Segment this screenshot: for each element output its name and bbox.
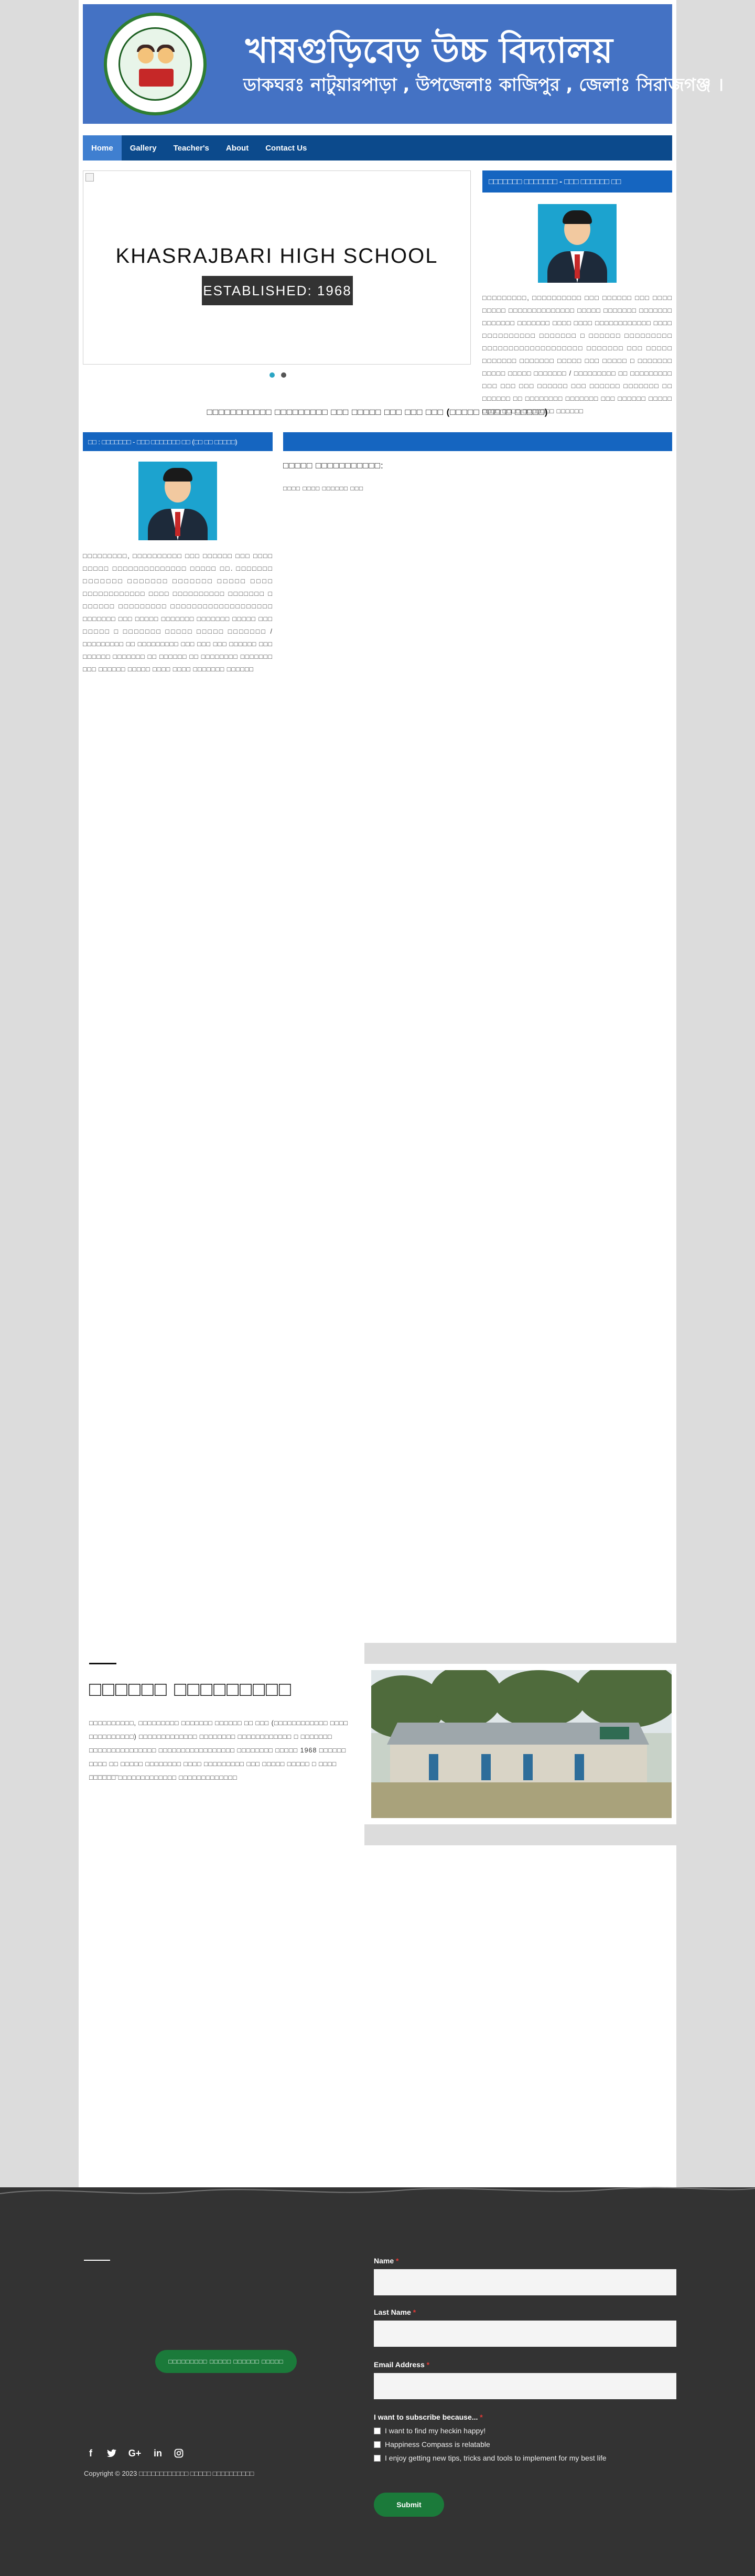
twitter-icon[interactable] <box>106 2447 117 2459</box>
instagram-icon[interactable] <box>173 2447 185 2459</box>
subscribe-option-1[interactable]: I want to find my heckin happy! <box>374 2425 667 2436</box>
subscribe-label: I want to subscribe because... * <box>374 2413 483 2421</box>
established-badge: ESTABLISHED: 1968 <box>202 276 353 305</box>
name-input[interactable] <box>374 2269 676 2295</box>
nav-contact-us[interactable]: Contact Us <box>257 135 315 161</box>
checkbox[interactable] <box>374 2455 381 2462</box>
school-building-photo <box>371 1670 672 1818</box>
name-label: Name * <box>374 2257 399 2265</box>
header-banner: খাষগুড়িবেড় উচ্চ বিদ্যালয় ডাকঘরঃ নাটুয… <box>83 4 724 124</box>
slider-dot-1[interactable] <box>269 372 275 378</box>
linkedin-icon[interactable]: in <box>152 2447 164 2459</box>
submit-button[interactable]: Submit <box>374 2493 444 2517</box>
headmaster-message: □□□□□□□□□, □□□□□□□□□□ □□□ □□□□□□ □□□ □□□… <box>83 552 273 673</box>
school-address: ডাকঘরঃ নাটুয়ারপাড়া , উপজেলাঃ কাজিপুর ,… <box>243 74 724 95</box>
main-nav: Home Gallery Teacher's About Contact Us <box>83 135 672 161</box>
slide-title: KHASRAJBARI HIGH SCHOOL <box>115 244 438 268</box>
message-heading-bar <box>283 432 672 451</box>
checkbox[interactable] <box>374 2441 381 2448</box>
page-container: খাষগুড়িবেড় উচ্চ বিদ্যালয় ডাকঘরঃ নাটুয… <box>79 0 724 2187</box>
headmaster-avatar <box>138 462 217 540</box>
headmaster-heading: □□ : □□□□□□□ - □□□ □□□□□□□ □□ (□□ □□ □□□… <box>83 432 273 451</box>
about-title: □□□□□□ □□□□□□□□□ <box>89 1679 292 1701</box>
checkbox[interactable] <box>374 2428 381 2434</box>
broken-image-icon <box>85 173 94 181</box>
logo-emblem <box>118 27 192 101</box>
copyright-text: Copyright © 2023 □□□□□□□□□□□□ □□□□□ □□□□… <box>84 2470 254 2477</box>
president-avatar <box>538 204 617 283</box>
subscribe-option-3[interactable]: I enjoy getting new tips, tricks and too… <box>374 2453 667 2463</box>
notice-body: □□□□□□□□□, □□□□□□□□□□ □□□ □□□□□□ □□□ □□□… <box>482 294 672 415</box>
scrolling-notice: □□□□□□□□□□□ □□□□□□□□□ □□□ □□□□□ □□□ □□□ … <box>207 407 548 417</box>
about-divider <box>89 1663 116 1664</box>
school-signboard <box>600 1727 629 1739</box>
notice-heading: □□□□□□□ □□□□□□□ - □□□ □□□□□□ □□ <box>482 170 672 193</box>
logo-book-icon <box>139 69 174 87</box>
facebook-icon[interactable]: f <box>85 2447 96 2459</box>
logo-child-figure <box>138 48 154 63</box>
message-title: □□□□□ □□□□□□□□□□□: <box>283 461 384 471</box>
tie-icon <box>175 512 180 536</box>
subscribe-option-2[interactable]: Happiness Compass is relatable <box>374 2439 667 2450</box>
social-links: f G+ in <box>85 2447 185 2459</box>
nav-about[interactable]: About <box>218 135 257 161</box>
footer-wave-divider <box>0 2187 755 2214</box>
email-input[interactable] <box>374 2373 676 2399</box>
footer-divider <box>84 2260 110 2261</box>
tie-icon <box>575 254 580 279</box>
logo-child-figure <box>158 48 174 63</box>
read-more-link[interactable] <box>89 1775 118 1776</box>
about-text: □□□□□□□□□□, □□□□□□□□□ □□□□□□□ □□□□□□ □□ … <box>89 1719 349 1781</box>
slider-dot-2[interactable] <box>281 372 286 378</box>
email-label: Email Address * <box>374 2360 430 2369</box>
hero-slider[interactable]: KHASRAJBARI HIGH SCHOOL ESTABLISHED: 196… <box>83 170 471 365</box>
footer-cta-button[interactable]: □□□□□□□□□ □□□□□ □□□□□□ □□□□□ <box>155 2350 297 2373</box>
nav-gallery[interactable]: Gallery <box>122 135 165 161</box>
slider-dots <box>269 372 286 378</box>
last-name-input[interactable] <box>374 2321 676 2347</box>
last-name-label: Last Name * <box>374 2308 416 2316</box>
nav-home[interactable]: Home <box>83 135 122 161</box>
school-logo[interactable] <box>104 13 207 115</box>
message-subtitle: □□□□ □□□□ □□□□□□ □□□ <box>283 485 364 492</box>
google-plus-icon[interactable]: G+ <box>127 2447 143 2459</box>
nav-teachers[interactable]: Teacher's <box>165 135 218 161</box>
